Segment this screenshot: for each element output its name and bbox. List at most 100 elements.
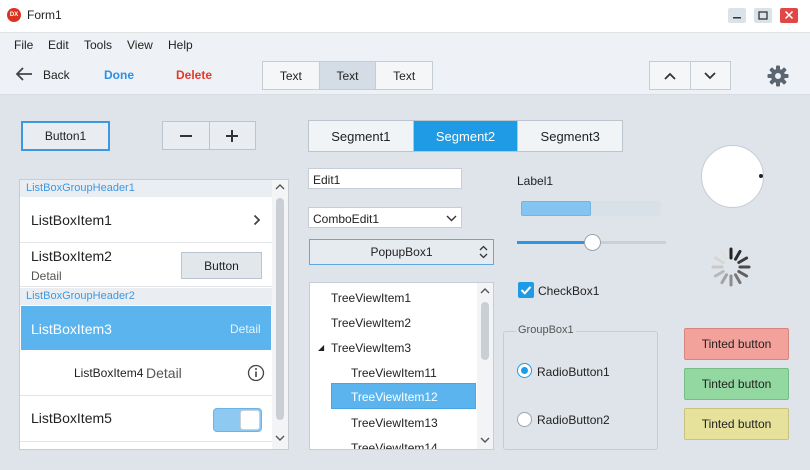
treeview: TreeViewItem1 TreeViewItem2 ◢ TreeViewIt… bbox=[309, 282, 494, 450]
listbox-scroll-thumb[interactable] bbox=[276, 198, 284, 420]
segment-1[interactable]: Segment1 bbox=[309, 121, 414, 151]
menu-bar bbox=[0, 33, 810, 57]
checkmark-icon bbox=[520, 286, 532, 295]
listbox-item-detail: Detail bbox=[31, 269, 62, 283]
tinted-button-yellow[interactable]: Tinted button bbox=[684, 408, 789, 440]
button1[interactable]: Button1 bbox=[21, 121, 110, 151]
tree-item-11[interactable]: TreeViewItem11 bbox=[351, 366, 437, 380]
info-icon[interactable] bbox=[247, 364, 265, 382]
tree-item-2[interactable]: TreeViewItem2 bbox=[331, 316, 411, 330]
minus-icon bbox=[179, 134, 192, 137]
plus-button[interactable] bbox=[210, 122, 256, 149]
close-button[interactable] bbox=[780, 8, 798, 23]
maximize-button[interactable] bbox=[754, 8, 772, 23]
groupbox1-label: GroupBox1 bbox=[516, 324, 576, 336]
radio-button-2-label: RadioButton2 bbox=[537, 413, 610, 427]
listbox-group-header-2: ListBoxGroupHeader2 bbox=[20, 288, 272, 305]
listbox-item-label: ListBoxItem1 bbox=[31, 212, 112, 228]
popup-box1[interactable]: PopupBox1 bbox=[309, 239, 494, 265]
plus-minus-spinner bbox=[162, 121, 256, 150]
listbox-item-label: ListBoxItem4 bbox=[74, 366, 144, 380]
progress-fill bbox=[521, 201, 591, 216]
scroll-down-icon[interactable] bbox=[480, 436, 490, 444]
segment-3[interactable]: Segment3 bbox=[518, 121, 622, 151]
back-arrow-icon bbox=[15, 67, 32, 81]
tree-item-12[interactable]: TreeViewItem12 bbox=[351, 390, 438, 404]
scroll-down-icon[interactable] bbox=[275, 434, 285, 442]
delete-button[interactable]: Delete bbox=[176, 68, 212, 82]
up-down-buttons bbox=[649, 61, 731, 90]
up-down-chevron-icon bbox=[479, 245, 488, 259]
checkbox1[interactable] bbox=[518, 282, 534, 298]
menu-help[interactable]: Help bbox=[168, 38, 193, 52]
slider-fill bbox=[517, 241, 592, 244]
listbox-scrollbar[interactable] bbox=[272, 180, 288, 449]
down-button[interactable] bbox=[691, 62, 731, 89]
listbox-item-4[interactable]: ListBoxItem4 Detail bbox=[20, 350, 272, 396]
radio-button-1[interactable] bbox=[517, 363, 532, 378]
dial-knob[interactable] bbox=[701, 145, 764, 208]
tree-item-14[interactable]: TreeViewItem14 bbox=[351, 441, 438, 449]
chevron-up-icon bbox=[664, 72, 676, 80]
segment-control: Segment1 Segment2 Segment3 bbox=[308, 120, 623, 152]
chevron-right-icon bbox=[253, 214, 261, 226]
expand-arrow-icon[interactable]: ◢ bbox=[318, 341, 324, 355]
back-label: Back bbox=[43, 68, 70, 82]
menu-tools[interactable]: Tools bbox=[84, 38, 112, 52]
segment-2[interactable]: Segment2 bbox=[413, 121, 519, 151]
text-segment-1[interactable]: Text bbox=[263, 62, 320, 89]
toggle-knob bbox=[240, 410, 260, 430]
radio-button-1-label: RadioButton1 bbox=[537, 365, 610, 379]
dial-indicator bbox=[759, 174, 763, 178]
listbox-item-detail: Detail bbox=[230, 322, 261, 336]
done-button[interactable]: Done bbox=[104, 68, 134, 82]
progress-bar bbox=[521, 201, 661, 216]
scroll-up-icon[interactable] bbox=[480, 287, 490, 295]
slider-thumb[interactable] bbox=[584, 234, 601, 251]
minimize-icon bbox=[733, 17, 741, 19]
menu-view[interactable]: View bbox=[127, 38, 153, 52]
tinted-button-red[interactable]: Tinted button bbox=[684, 328, 789, 360]
maximize-icon bbox=[758, 11, 768, 20]
tree-scrollbar[interactable] bbox=[477, 283, 493, 449]
listbox-item-label: ListBoxItem5 bbox=[31, 410, 112, 426]
listbox-item-1[interactable]: ListBoxItem1 bbox=[20, 197, 272, 243]
menu-edit[interactable]: Edit bbox=[48, 38, 69, 52]
listbox-item-button[interactable]: Button bbox=[181, 252, 262, 279]
listbox-item-5[interactable]: ListBoxItem5 bbox=[20, 396, 272, 442]
edit1-input[interactable]: Edit1 bbox=[308, 168, 462, 189]
listbox-item-label: ListBoxItem2 bbox=[31, 248, 112, 264]
listbox: ListBoxGroupHeader1 ListBoxItem1 ListBox… bbox=[19, 179, 289, 450]
minus-button[interactable] bbox=[163, 122, 210, 149]
popup-box1-value: PopupBox1 bbox=[370, 245, 433, 259]
listbox-item-toggle[interactable] bbox=[213, 408, 262, 432]
listbox-item-3[interactable]: ListBoxItem3 Detail bbox=[21, 306, 271, 350]
spinner-icon bbox=[711, 247, 751, 287]
listbox-item-label: ListBoxItem3 bbox=[31, 321, 112, 337]
tree-item-1[interactable]: TreeViewItem1 bbox=[331, 291, 411, 305]
label1: Label1 bbox=[517, 174, 554, 188]
chevron-down-icon[interactable] bbox=[446, 214, 457, 222]
tree-scroll-thumb[interactable] bbox=[481, 302, 489, 360]
settings-button[interactable] bbox=[767, 65, 789, 90]
chevron-down-icon bbox=[704, 71, 716, 79]
listbox-item-2[interactable]: ListBoxItem2 Detail Button bbox=[20, 243, 272, 287]
listbox-group-header-1: ListBoxGroupHeader1 bbox=[20, 180, 272, 197]
groupbox1 bbox=[503, 331, 658, 450]
radio-button-2[interactable] bbox=[517, 412, 532, 427]
listbox-item-detail: Detail bbox=[146, 365, 182, 381]
scroll-up-icon[interactable] bbox=[275, 183, 285, 191]
tree-item-3[interactable]: TreeViewItem3 bbox=[331, 341, 411, 355]
text-segment-3[interactable]: Text bbox=[376, 62, 432, 89]
close-icon bbox=[784, 10, 794, 20]
menu-file[interactable]: File bbox=[14, 38, 33, 52]
text-segment-2[interactable]: Text bbox=[319, 62, 377, 89]
tree-item-13[interactable]: TreeViewItem13 bbox=[351, 416, 438, 430]
minimize-button[interactable] bbox=[728, 8, 746, 23]
combo-edit1-value: ComboEdit1 bbox=[313, 212, 380, 226]
text-segment-group: Text Text Text bbox=[262, 61, 433, 90]
tinted-button-green[interactable]: Tinted button bbox=[684, 368, 789, 400]
checkbox1-label: CheckBox1 bbox=[538, 284, 600, 298]
combo-edit1[interactable]: ComboEdit1 bbox=[308, 207, 462, 228]
up-button[interactable] bbox=[650, 62, 691, 89]
